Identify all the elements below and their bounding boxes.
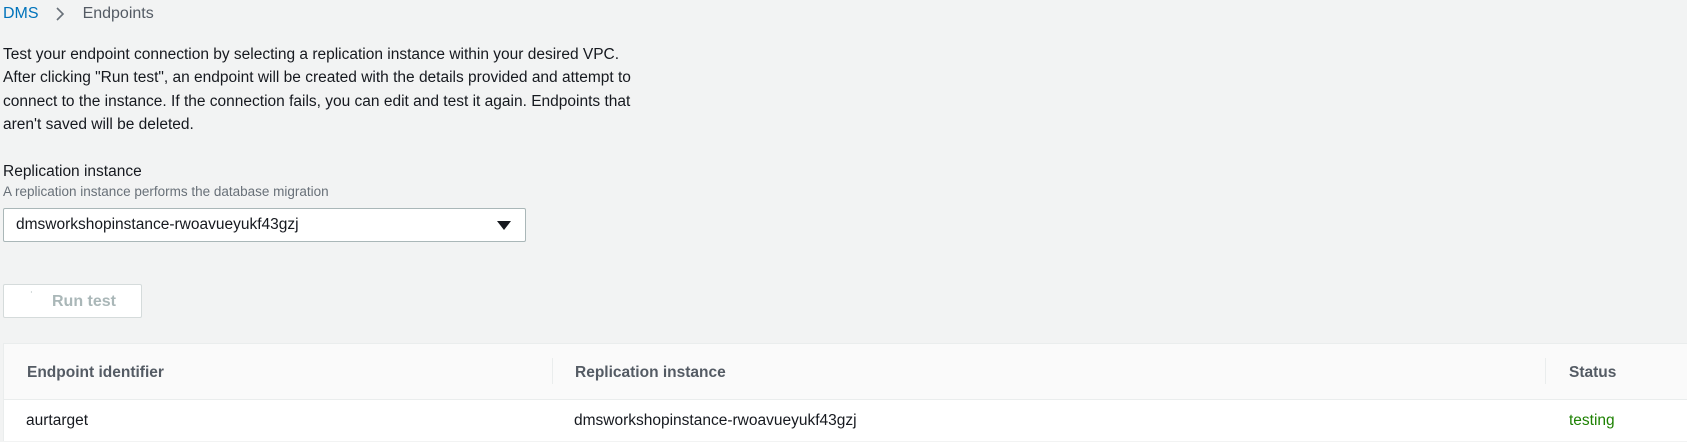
- description-line: connect to the instance. If the connecti…: [3, 92, 631, 110]
- description-line: Test your endpoint connection by selecti…: [3, 46, 620, 63]
- description-line: After clicking "Run test", an endpoint w…: [3, 69, 631, 87]
- test-description: Test your endpoint connection by selecti…: [3, 43, 713, 136]
- breadcrumb-dms-link[interactable]: DMS: [3, 5, 39, 23]
- replication-instance-label: Replication instance: [3, 163, 142, 180]
- breadcrumb-endpoints: Endpoints: [82, 5, 154, 22]
- column-header-status[interactable]: Status: [1569, 364, 1616, 382]
- cell-endpoint-identifier: aurtarget: [26, 412, 89, 429]
- column-header-replication-instance[interactable]: Replication instance: [575, 364, 726, 382]
- cell-replication-instance: dmsworkshopinstance-rwoavueyukf43gzj: [574, 412, 857, 429]
- column-header-endpoint-identifier[interactable]: Endpoint identifier: [27, 364, 164, 382]
- replication-instance-selected-value: dmsworkshopinstance-rwoavueyukf43gzj: [16, 216, 299, 233]
- run-test-label: Run test: [52, 293, 116, 310]
- caret-down-icon: [497, 221, 511, 230]
- loading-spinner-icon: ˙: [30, 289, 34, 303]
- column-divider[interactable]: [552, 358, 553, 384]
- chevron-right-icon: [55, 6, 65, 22]
- status-badge: testing: [1569, 412, 1615, 429]
- table-header: Endpoint identifier Replication instance…: [4, 344, 1687, 400]
- table-row[interactable]: aurtarget dmsworkshopinstance-rwoavueyuk…: [4, 400, 1687, 442]
- replication-instance-description: A replication instance performs the data…: [3, 184, 329, 199]
- endpoints-table: Endpoint identifier Replication instance…: [3, 343, 1687, 441]
- run-test-button[interactable]: ˙ Run test: [3, 284, 142, 318]
- replication-instance-select[interactable]: dmsworkshopinstance-rwoavueyukf43gzj: [3, 208, 526, 242]
- breadcrumb: DMS Endpoints: [3, 4, 154, 24]
- column-divider[interactable]: [1545, 358, 1546, 384]
- description-line: aren't saved will be deleted.: [3, 115, 194, 133]
